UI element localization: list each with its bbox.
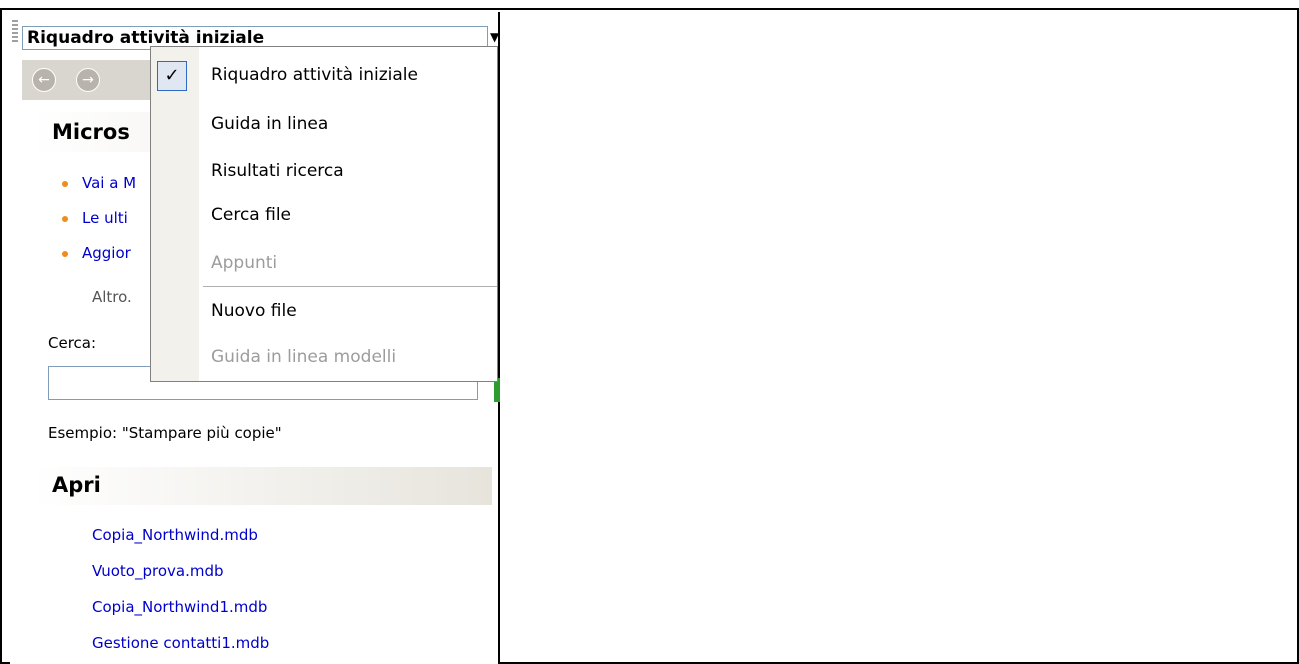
bullet-icon: [62, 216, 68, 222]
back-button[interactable]: ←: [32, 68, 56, 92]
recent-file-link[interactable]: Copia_Northwind1.mdb: [92, 598, 267, 616]
search-label: Cerca:: [48, 334, 97, 352]
task-pane-dropdown-menu: ✓ Riquadro attività iniziale Guida in li…: [150, 46, 498, 382]
bullet-icon: [62, 251, 68, 257]
menu-item-guida-in-linea[interactable]: Guida in linea: [211, 114, 328, 134]
back-arrow-icon: ←: [38, 72, 50, 88]
menu-item-nuovo-file[interactable]: Nuovo file: [211, 301, 297, 321]
menu-item-riquadro-attivita[interactable]: Riquadro attività iniziale: [211, 65, 418, 85]
check-icon: ✓: [157, 61, 187, 91]
link-vai-a[interactable]: Vai a M: [82, 174, 136, 192]
menu-separator: [203, 286, 497, 287]
forward-button[interactable]: →: [76, 68, 100, 92]
toolbar-grip-icon[interactable]: [12, 20, 18, 42]
section-header-open: Apri: [32, 467, 492, 505]
dropdown-arrow-icon[interactable]: ▼: [490, 30, 499, 44]
link-ultime-notizie[interactable]: Le ulti: [82, 209, 128, 227]
menu-item-guida-modelli: Guida in linea modelli: [211, 347, 397, 367]
menu-item-risultati-ricerca[interactable]: Risultati ricerca: [211, 161, 344, 181]
menu-item-cerca-file[interactable]: Cerca file: [211, 205, 291, 225]
forward-arrow-icon: →: [82, 72, 94, 88]
section-title: Micros: [52, 120, 130, 144]
search-example: Esempio: "Stampare più copie": [48, 424, 282, 442]
recent-file-link[interactable]: Vuoto_prova.mdb: [92, 562, 224, 580]
more-link[interactable]: Altro.: [92, 288, 132, 306]
link-aggiornamenti[interactable]: Aggior: [82, 244, 131, 262]
recent-file-link[interactable]: Copia_Northwind.mdb: [92, 526, 258, 544]
menu-icon-column: [151, 47, 199, 381]
cropped-heading-strip: [0, 0, 1299, 10]
recent-file-link[interactable]: Gestione contatti1.mdb: [92, 634, 269, 652]
section-title-open: Apri: [52, 473, 101, 497]
menu-item-appunti: Appunti: [211, 253, 278, 273]
bullet-icon: [62, 181, 68, 187]
